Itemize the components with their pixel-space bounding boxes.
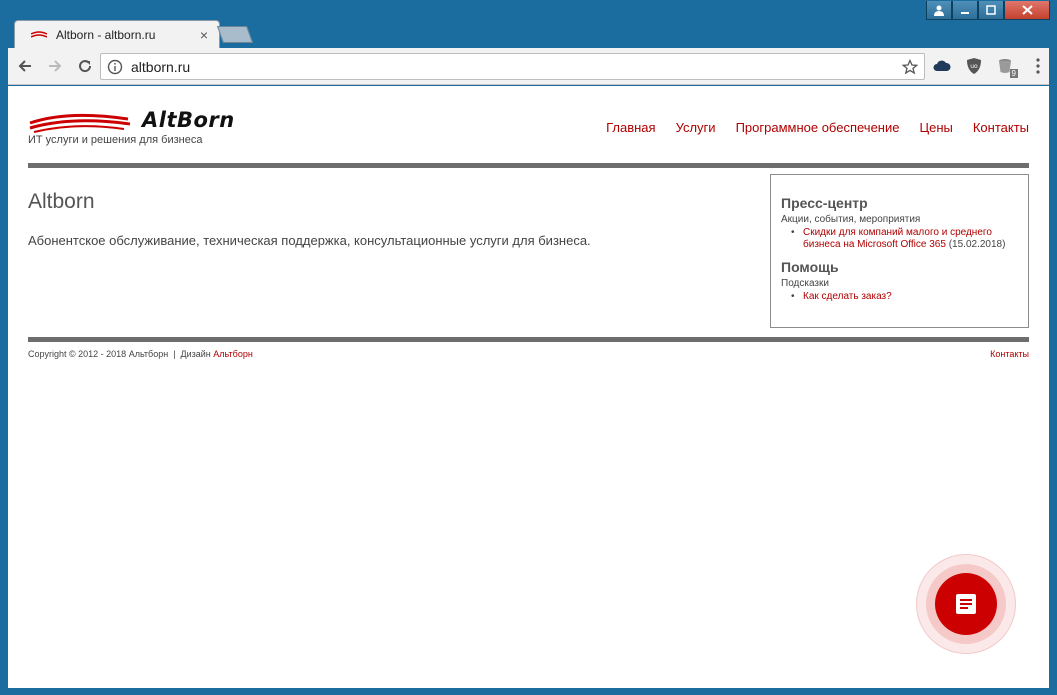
nav-contacts[interactable]: Контакты (973, 120, 1029, 135)
page-title: Altborn (28, 190, 95, 213)
shield-icon: uo (967, 58, 981, 74)
browser-toolbar: altborn.ru uo 9 (8, 48, 1049, 85)
kebab-menu-icon (1036, 58, 1040, 74)
help-item-link[interactable]: Как сделать заказ? (803, 291, 892, 302)
nav-software[interactable]: Программное обеспечение (736, 120, 900, 135)
back-arrow-icon (18, 60, 31, 72)
browser-menu-button[interactable] (1022, 54, 1054, 78)
new-tab-button[interactable] (216, 26, 254, 43)
cloud-icon (933, 60, 951, 71)
logo-swoosh-icon (29, 113, 131, 133)
svg-text:uo: uo (970, 63, 978, 70)
copyright-text: Copyright © 2012 - 2018 Альтборн | Дизай… (28, 349, 214, 359)
forward-arrow-icon (49, 60, 62, 72)
address-bar[interactable]: altborn.ru (100, 53, 925, 80)
tab-strip: Altborn - altborn.ru × (8, 16, 1049, 48)
maximize-icon (986, 5, 996, 15)
nav-services[interactable]: Услуги (676, 120, 716, 135)
footer-copyright: Copyright © 2012 - 2018 Альтборн | Дизай… (28, 349, 253, 359)
floating-action-button-halo (916, 554, 1016, 654)
cloud-extension-button[interactable] (926, 54, 958, 78)
help-subtitle: Подсказки (781, 278, 829, 289)
document-icon (956, 594, 976, 614)
fab-ring (926, 564, 1006, 644)
close-icon (1021, 5, 1033, 15)
help-list: Как сделать заказ? (781, 291, 1018, 303)
back-button[interactable] (12, 53, 38, 79)
press-list: Скидки для компаний малого и среднего би… (781, 227, 1018, 251)
forward-button[interactable] (42, 53, 68, 79)
user-icon (934, 5, 944, 16)
press-item-date: (15.02.2018) (945, 239, 1006, 250)
tab-altborn[interactable]: Altborn - altborn.ru × (14, 20, 220, 48)
page-viewport: AltBorn ИТ услуги и решения для бизнеса … (8, 86, 1049, 688)
floating-action-button[interactable] (935, 573, 997, 635)
browser-window: Altborn - altborn.ru × altborn.ru uo 9 A… (0, 0, 1057, 695)
design-link[interactable]: Альтборн (213, 349, 253, 359)
main-nav: Главная Услуги Программное обеспечение Ц… (606, 120, 1029, 135)
header-divider (28, 163, 1029, 168)
tab-close-icon[interactable]: × (197, 27, 211, 43)
tab-title: Altborn - altborn.ru (56, 27, 156, 42)
star-icon[interactable] (902, 58, 918, 75)
bucket-extension-button[interactable]: 9 (990, 54, 1022, 78)
site-tagline: ИТ услуги и решения для бизнеса (28, 134, 203, 146)
nav-prices[interactable]: Цены (919, 120, 952, 135)
url-text[interactable]: altborn.ru (131, 59, 902, 75)
altborn-favicon-icon (31, 30, 47, 38)
reload-icon (79, 60, 92, 73)
press-center-heading: Пресс-центр (781, 195, 868, 211)
list-item: Как сделать заказ? (791, 291, 1018, 303)
press-center-subtitle: Акции, события, мероприятия (781, 214, 921, 225)
info-icon[interactable] (107, 59, 123, 75)
main-content: Altborn Абонентское обслуживание, технич… (28, 190, 748, 248)
sidebar: Пресс-центр Акции, события, мероприятия … (770, 174, 1029, 328)
nav-home[interactable]: Главная (606, 120, 655, 135)
footer-contacts-link[interactable]: Контакты (990, 349, 1029, 359)
reload-button[interactable] (72, 53, 98, 79)
extensions-area: uo 9 (926, 54, 1054, 78)
list-item: Скидки для компаний малого и среднего би… (791, 227, 1018, 251)
page-lead: Абонентское обслуживание, техническая по… (28, 233, 591, 248)
extension-badge: 9 (1009, 69, 1018, 78)
minimize-icon (961, 12, 969, 14)
ublock-extension-button[interactable]: uo (958, 54, 990, 78)
help-heading: Помощь (781, 259, 839, 275)
footer-divider (28, 337, 1029, 342)
logo-text: AltBorn (142, 108, 235, 132)
